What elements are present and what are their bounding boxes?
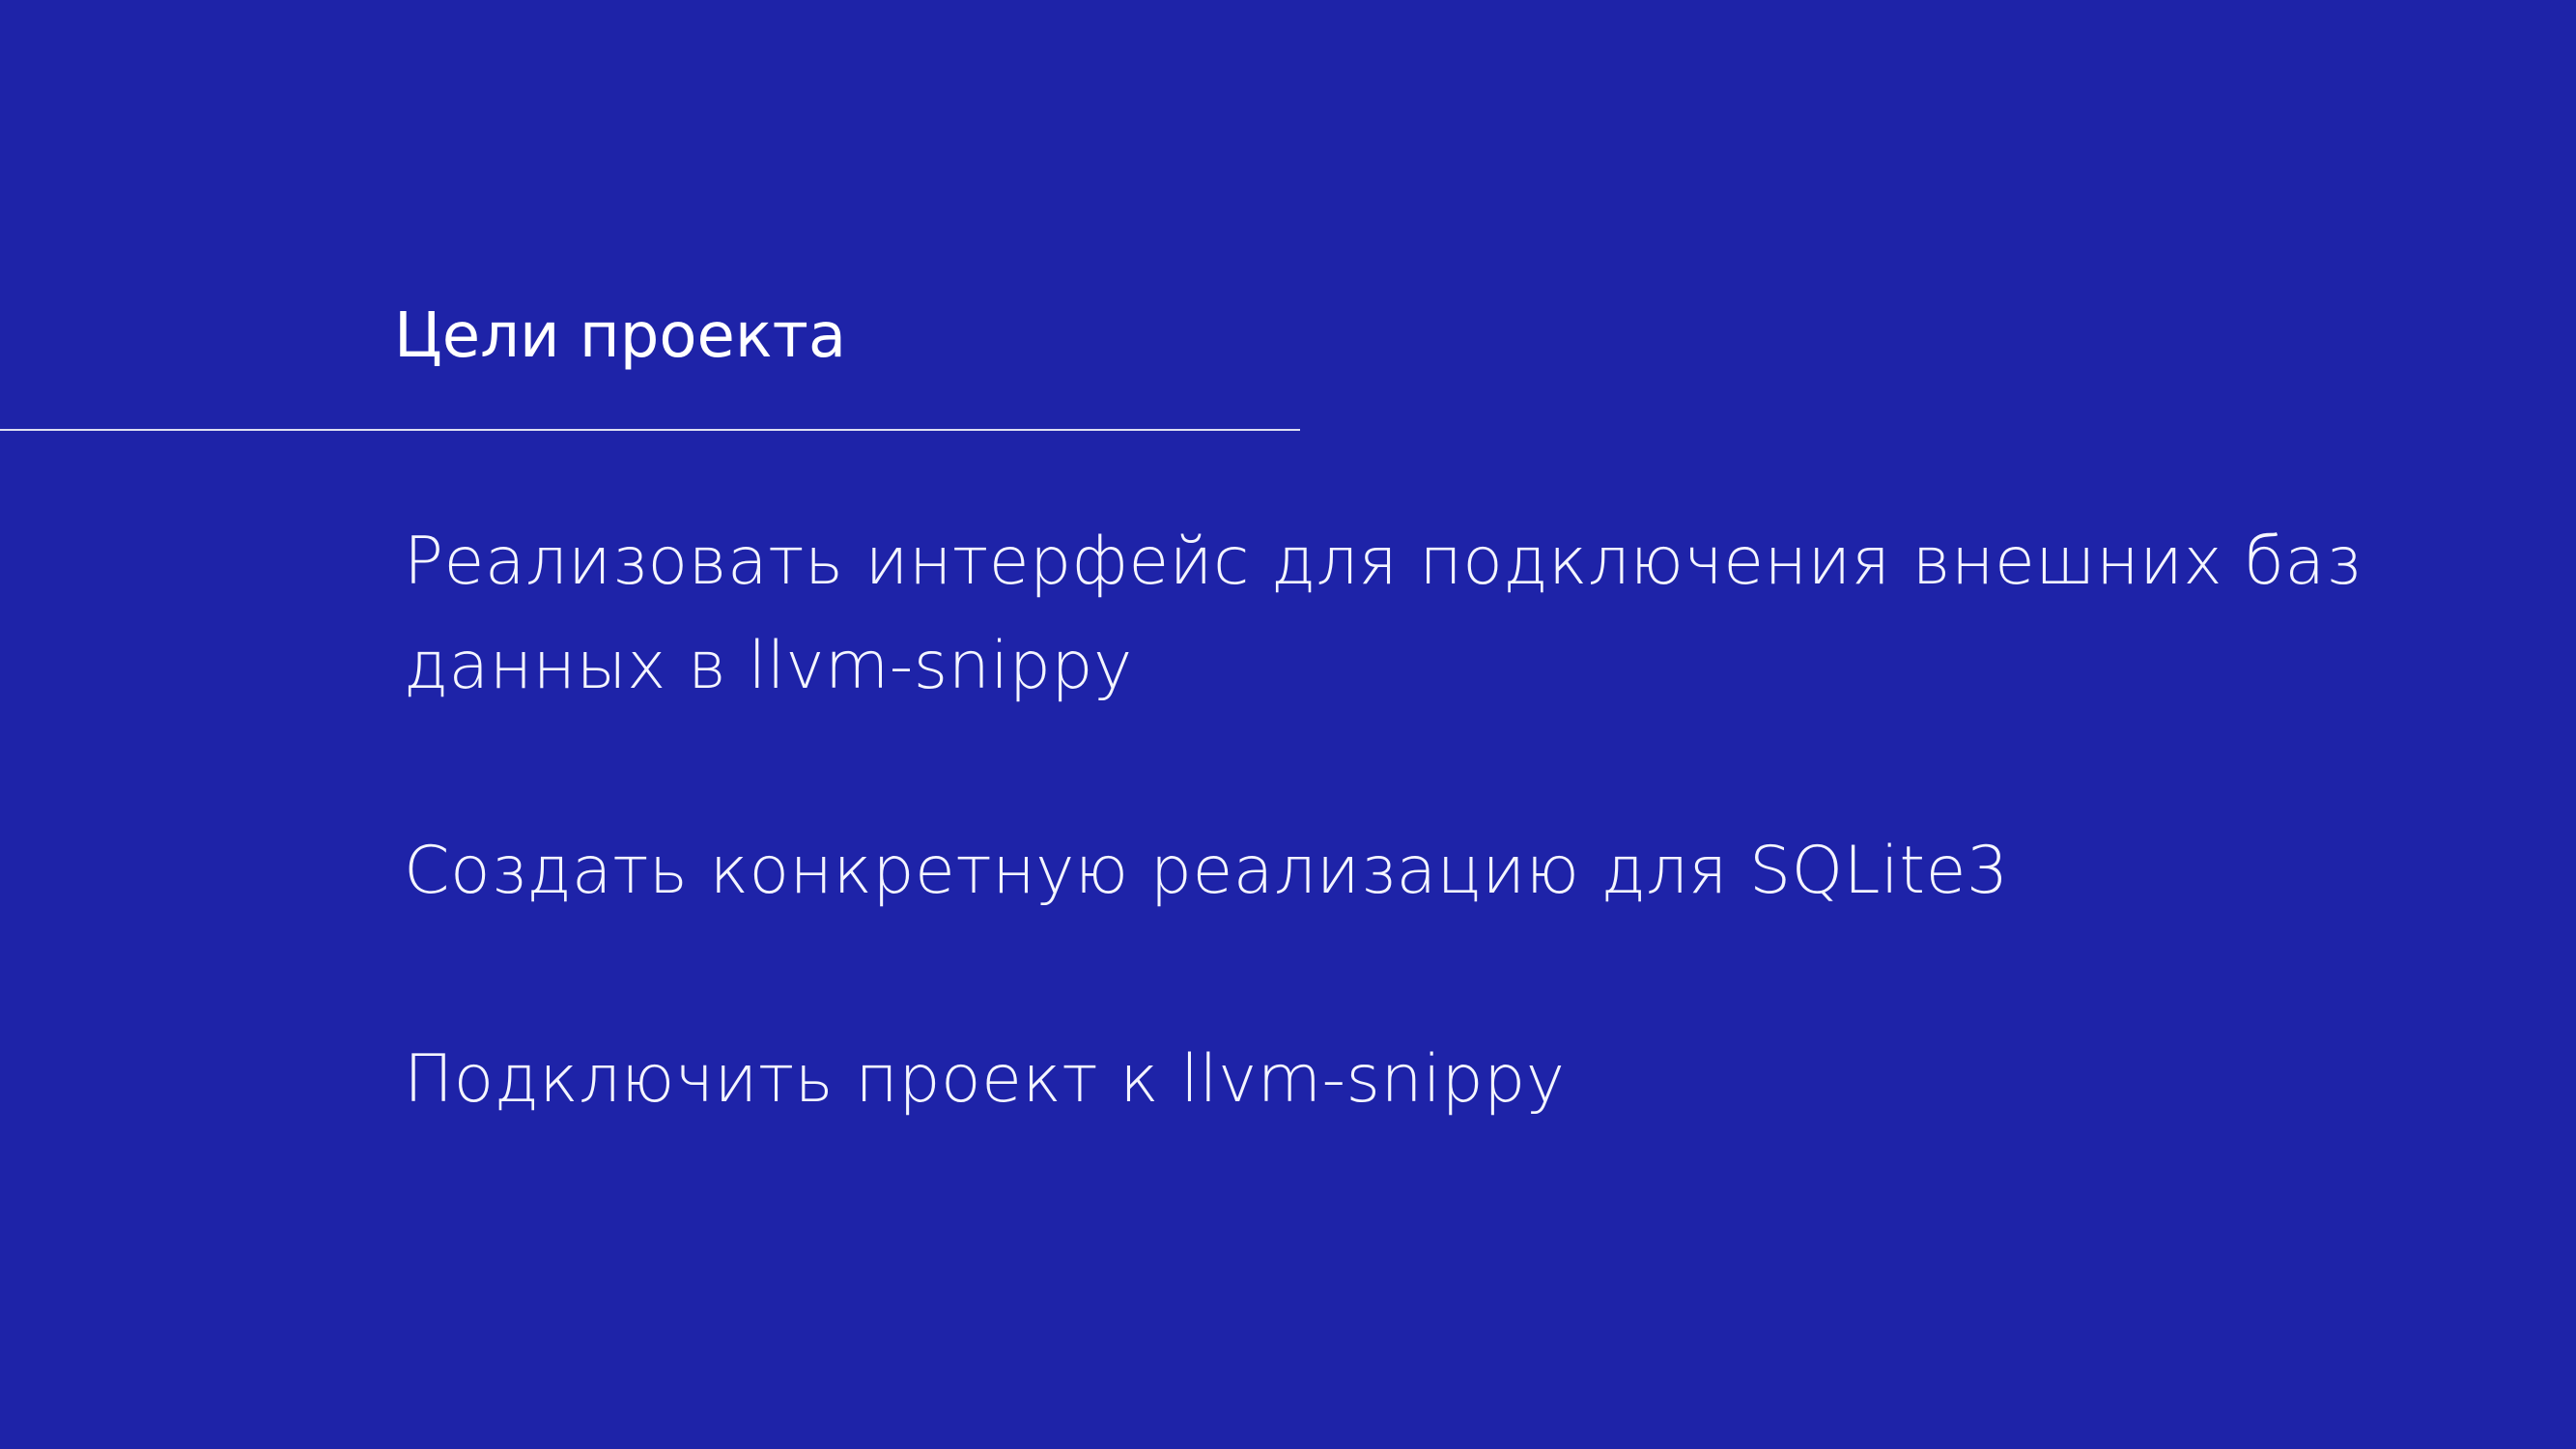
goal-item-connect: Подключить проект к llvm-snippy: [404, 1028, 1566, 1132]
goal-text-line: Реализовать интерфейс для подключения вн…: [404, 524, 2362, 600]
goal-text-line: Подключить проект к llvm-snippy: [404, 1041, 1566, 1118]
goal-item-interface: Реализовать интерфейс для подключения вн…: [404, 510, 2362, 719]
slide: Цели проекта Реализовать интерфейс для п…: [0, 0, 2576, 1449]
goal-item-sqlite: Создать конкретную реализацию для SQLite…: [404, 819, 2009, 923]
slide-title: Цели проекта: [394, 300, 847, 372]
goal-text-line: данных в llvm-snippy: [404, 628, 1133, 704]
title-divider: [0, 429, 1300, 431]
goal-text-line: Создать конкретную реализацию для SQLite…: [404, 833, 2009, 909]
